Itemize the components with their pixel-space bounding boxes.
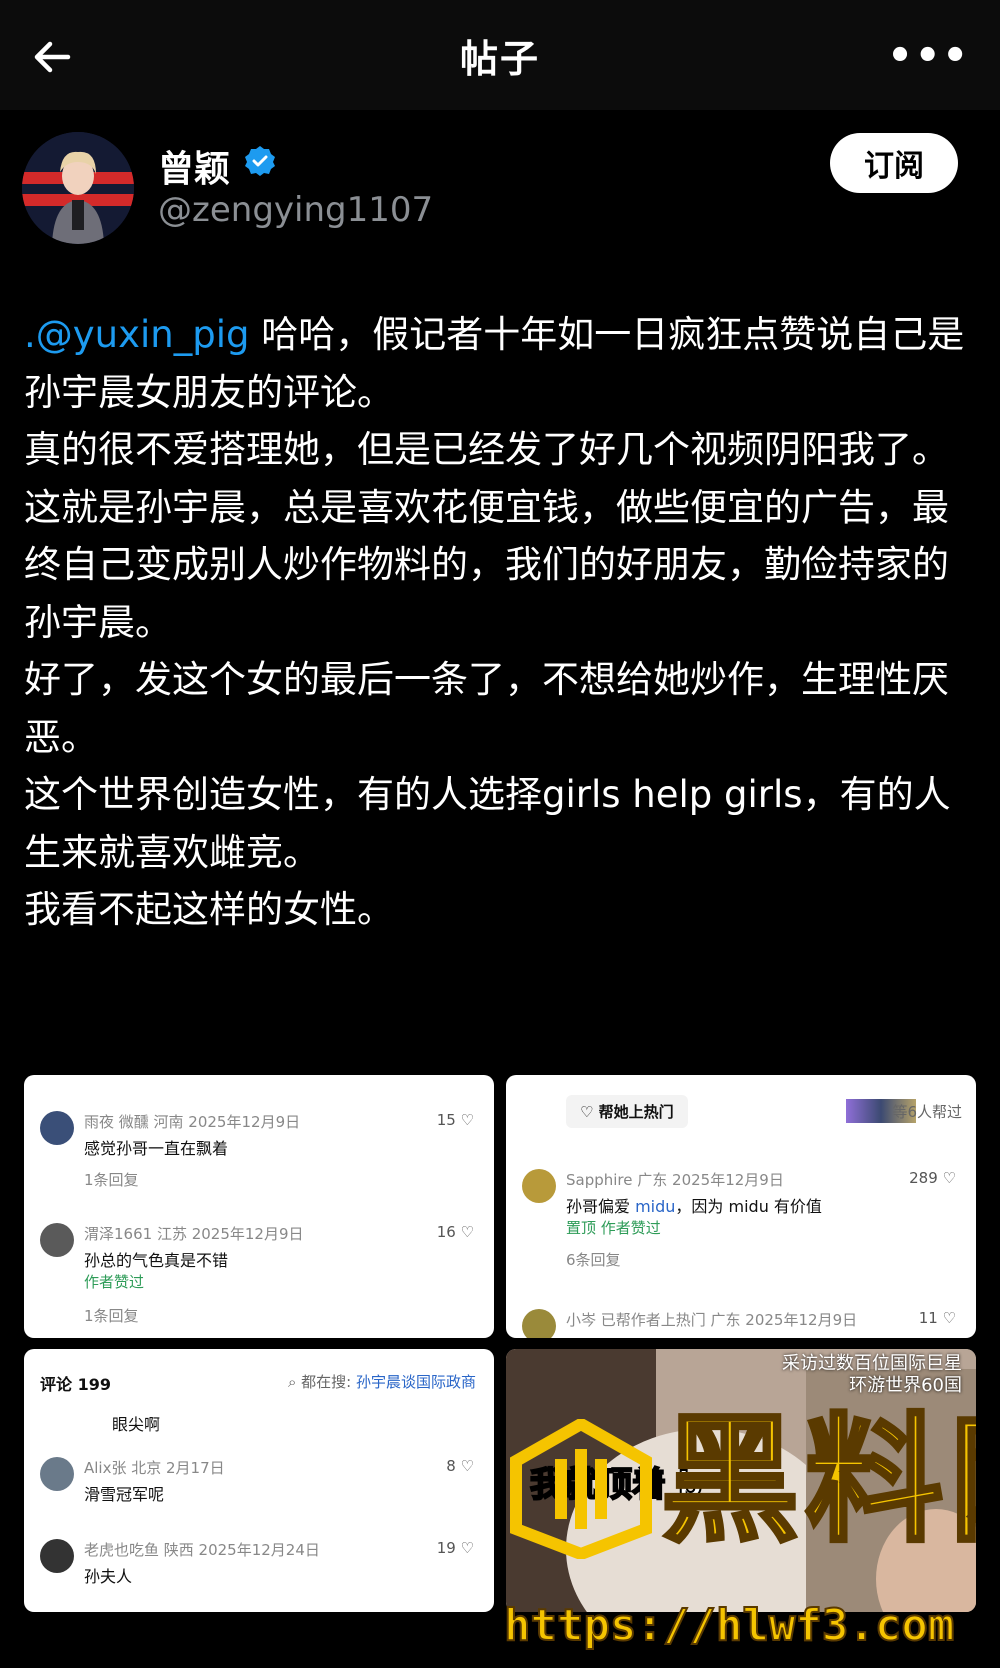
comment-text: 眼尖啊 [112,1415,161,1434]
commenter-avatar [40,1457,74,1491]
reply-count: 1条回复 [84,1171,139,1189]
post-image-1[interactable]: 雨夜 微醺 河南 2025年12月9日 15 ♡ 感觉孙哥一直在飘着 1条回复 … [24,1075,494,1338]
commenter-avatar [522,1309,556,1338]
post-paragraph: .@yuxin_pig 哈哈，假记者十年如一日疯狂点赞说自己是孙宇晨女朋友的评论… [24,313,965,414]
top-bar: 帖子 ••• [0,0,1000,110]
comment-meta: 雨夜 微醺 河南 2025年12月9日 [84,1113,301,1131]
comment-meta: 小岑 已帮作者上热门 广东 2025年12月9日 [566,1311,858,1329]
helpers-count: 等6人帮过 [892,1103,962,1121]
comment-meta: 老虎也吃鱼 陕西 2025年12月24日 [84,1541,320,1559]
post-paragraph: 真的很不爱搭理她，但是已经发了好几个视频阴阳我了。 [24,428,949,471]
author-liked-label: 作者赞过 [84,1273,145,1291]
like-count: 289 ♡ [909,1169,956,1187]
comment-text: 孙总的气色真是不错 [84,1251,229,1270]
post-paragraph: 这个世界创造女性，有的人选择girls help girls，有的人生来就喜欢雌… [24,773,951,874]
comment-text: 孙哥偏爱 midu，因为 midu 有价值 [566,1197,822,1216]
watermark-logo-icon [510,1419,652,1559]
comment-meta: Sapphire 广东 2025年12月9日 [566,1171,784,1189]
post-paragraph: 好了，发这个女的最后一条了，不想给她炒作，生理性厌恶。 [24,658,949,759]
like-count: 11 ♡ [918,1309,956,1327]
watermark-text: 黑料网 [659,1399,976,1563]
author-handle[interactable]: @zengying1107 [158,190,433,230]
comment-text: 孙夫人 [84,1567,133,1586]
post-image-3[interactable]: 评论 199 ⌕ 都在搜: 孙宇晨谈国际政商 眼尖啊 Alix张 北京 2月17… [24,1349,494,1612]
like-count: 16 ♡ [436,1223,474,1241]
page-title: 帖子 [459,37,540,81]
commenter-avatar [40,1539,74,1573]
avatar[interactable] [22,132,134,244]
comment-text: 感觉孙哥一直在飘着 [84,1139,229,1158]
video-caption: 采访过数百位国际巨星 环游世界60国 [782,1353,962,1396]
comment-text: 滑雪冠军呢 [84,1485,165,1504]
commenter-avatar [522,1169,556,1203]
author-name[interactable]: 曾颖 [158,140,230,192]
post-text: .@yuxin_pig 哈哈，假记者十年如一日疯狂点赞说自己是孙宇晨女朋友的评论… [24,306,984,939]
reply-count: 1条回复 [84,1307,139,1325]
post-paragraph: 这就是孙宇晨，总是喜欢花便宜钱，做些便宜的广告，最终自己变成别人炒作物料的，我们… [24,485,949,644]
comment-meta: 渭泽1661 江苏 2025年12月9日 [84,1225,304,1243]
like-count: 15 ♡ [436,1111,474,1129]
like-count: 8 ♡ [446,1457,474,1475]
like-count: 19 ♡ [436,1539,474,1557]
mention-link[interactable]: .@yuxin_pig [24,313,250,356]
reply-count: 6条回复 [566,1251,621,1269]
comment-meta: Alix张 北京 2月17日 [84,1459,225,1477]
commenter-avatar [40,1111,74,1145]
verified-badge-icon [245,146,275,176]
trending-search: ⌕ 都在搜: 孙宇晨谈国际政商 [287,1373,476,1391]
post-paragraph: 我看不起这样的女性。 [24,888,394,931]
post-image-4[interactable]: 采访过数百位国际巨星环游世界60国 我就顶着 b 黑料网 [506,1349,976,1612]
more-options-icon[interactable]: ••• [887,36,970,76]
commenter-avatar [40,1223,74,1257]
watermark-url: https://hlwf3.com [503,1599,955,1652]
post-image-2[interactable]: ♡ 帮她上热门 等6人帮过 Sapphire 广东 2025年12月9日 289… [506,1075,976,1338]
pinned-label: 置顶 作者赞过 [566,1219,661,1237]
subscribe-button[interactable]: 订阅 [830,133,958,193]
comments-count: 评论 199 [40,1375,111,1394]
hot-button: ♡ 帮她上热门 [566,1095,688,1128]
